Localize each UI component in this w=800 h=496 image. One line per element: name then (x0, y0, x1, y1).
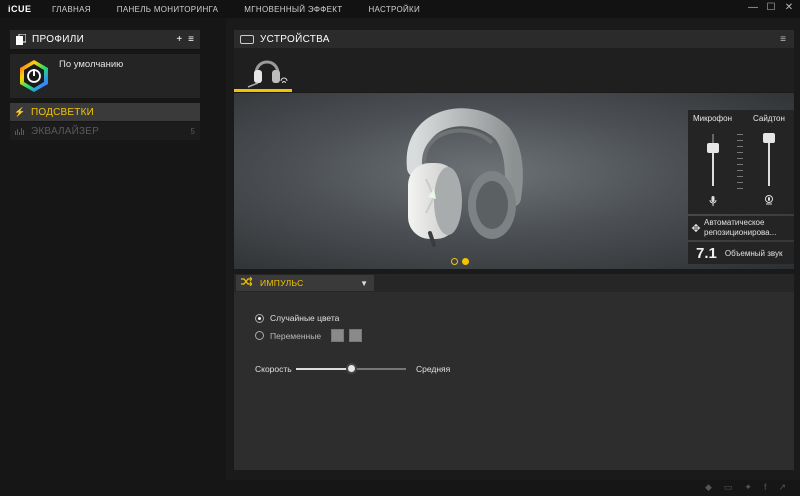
speed-value: Средняя (416, 364, 451, 374)
device-strip (234, 48, 794, 92)
sidetone-label: Сайдтон (753, 114, 785, 123)
microphone-icon (709, 196, 717, 209)
effect-name: ИМПУЛЬС (260, 278, 304, 288)
mic-slider-knob[interactable] (707, 143, 719, 153)
sidebar-item-label: ПОДСВЕТКИ (31, 106, 95, 118)
radio-alternating[interactable] (255, 331, 264, 340)
maximize-button[interactable]: ☐ (766, 2, 776, 13)
chat-icon[interactable]: ▭ (724, 482, 733, 493)
corsair-icon[interactable]: ◆ (705, 482, 712, 493)
sidetone-icon (764, 195, 774, 209)
radio-random[interactable] (255, 313, 264, 323)
sidebar-item-lighting[interactable]: ⚡ ПОДСВЕТКИ (10, 103, 200, 121)
nav-dashboard[interactable]: ПАНЕЛЬ МОНИТОРИНГА (117, 5, 218, 14)
twitter-icon[interactable]: ✦ (744, 482, 752, 493)
footer-social: ◆ ▭ ✦ f ↗ (705, 482, 786, 493)
speed-slider-fill (296, 368, 352, 370)
footer (0, 480, 800, 496)
device-pager (451, 258, 469, 265)
forum-icon[interactable]: ↗ (778, 482, 786, 493)
move-arrows-icon: ✥ (691, 222, 701, 235)
option-random-colors[interactable]: Случайные цвета (255, 313, 339, 323)
device-headset-tab[interactable] (234, 48, 292, 92)
color-swatch-2[interactable] (349, 329, 363, 342)
audio-mix-panel: Микрофон Сайдтон (688, 110, 794, 214)
lightning-icon: ⚡ (13, 105, 27, 119)
auto-reposition-label: Автоматическое репозиционирова... (704, 218, 777, 237)
sidetone-slider-fill (768, 140, 770, 186)
surround-label: Объемный звук (724, 248, 783, 258)
profiles-header: ПРОФИЛИ + ≡ (10, 30, 200, 50)
nav-settings[interactable]: НАСТРОЙКИ (368, 5, 420, 14)
profile-default[interactable]: По умолчанию (10, 54, 200, 98)
minimize-button[interactable]: — (748, 2, 758, 13)
speed-slider-knob[interactable] (346, 363, 357, 374)
speed-label: Скорость (255, 364, 292, 374)
nav-instant-lighting[interactable]: МГНОВЕННЫЙ ЭФФЕКТ (244, 5, 342, 14)
pager-dot-1[interactable] (451, 258, 458, 265)
profile-name: По умолчанию (59, 59, 124, 70)
sidetone-slider-knob[interactable] (763, 133, 775, 143)
profiles-icon (16, 33, 27, 45)
pager-dot-2[interactable] (462, 258, 469, 265)
profiles-menu-button[interactable]: ≡ (188, 34, 194, 45)
surround-sound-row[interactable]: 7.1 Объемный звук (688, 242, 794, 264)
app-logo: iCUE (8, 4, 32, 14)
equalizer-count: 5 (190, 126, 195, 136)
sidebar-item-equalizer[interactable]: ЭКВАЛАЙЗЕР 5 (10, 122, 200, 140)
headset-thumbnail-icon (247, 60, 288, 88)
sidebar-item-label: ЭКВАЛАЙЗЕР (31, 125, 100, 137)
random-colors-label: Случайные цвета (270, 313, 340, 323)
equalizer-icon (13, 124, 27, 138)
shuffle-icon (236, 276, 256, 289)
mic-slider-fill (712, 150, 714, 186)
title-bar: iCUE ГЛАВНАЯ ПАНЕЛЬ МОНИТОРИНГА МГНОВЕНН… (0, 0, 800, 18)
devices-menu-button[interactable]: ≡ (780, 34, 786, 45)
auto-reposition-row[interactable]: ✥ Автоматическое репозиционирова... (688, 216, 794, 240)
mic-label: Микрофон (693, 114, 732, 123)
close-button[interactable]: ✕ (784, 2, 794, 13)
surround-badge: 7.1 (696, 244, 717, 262)
effect-dropdown[interactable]: ИМПУЛЬС ▼ (236, 275, 374, 291)
profiles-title: ПРОФИЛИ (32, 34, 85, 45)
keyboard-icon (240, 34, 254, 44)
option-alternating[interactable]: Переменные (255, 329, 363, 342)
effect-panel (234, 274, 794, 470)
corsair-profile-icon (20, 60, 48, 92)
add-profile-button[interactable]: + (176, 34, 182, 45)
active-device-indicator (234, 89, 292, 92)
facebook-icon[interactable]: f (764, 482, 767, 493)
alternating-label: Переменные (270, 330, 322, 341)
devices-title: УСТРОЙСТВА (260, 33, 330, 45)
sidebar: ПРОФИЛИ + ≡ По умолчанию ⚡ ПОДСВЕТКИ ЭКВ… (0, 18, 226, 480)
level-meter (737, 134, 743, 192)
devices-header: УСТРОЙСТВА ≡ (234, 30, 794, 48)
nav-home[interactable]: ГЛАВНАЯ (52, 5, 91, 14)
color-swatch-1[interactable] (331, 329, 345, 342)
chevron-down-icon: ▼ (360, 278, 368, 288)
